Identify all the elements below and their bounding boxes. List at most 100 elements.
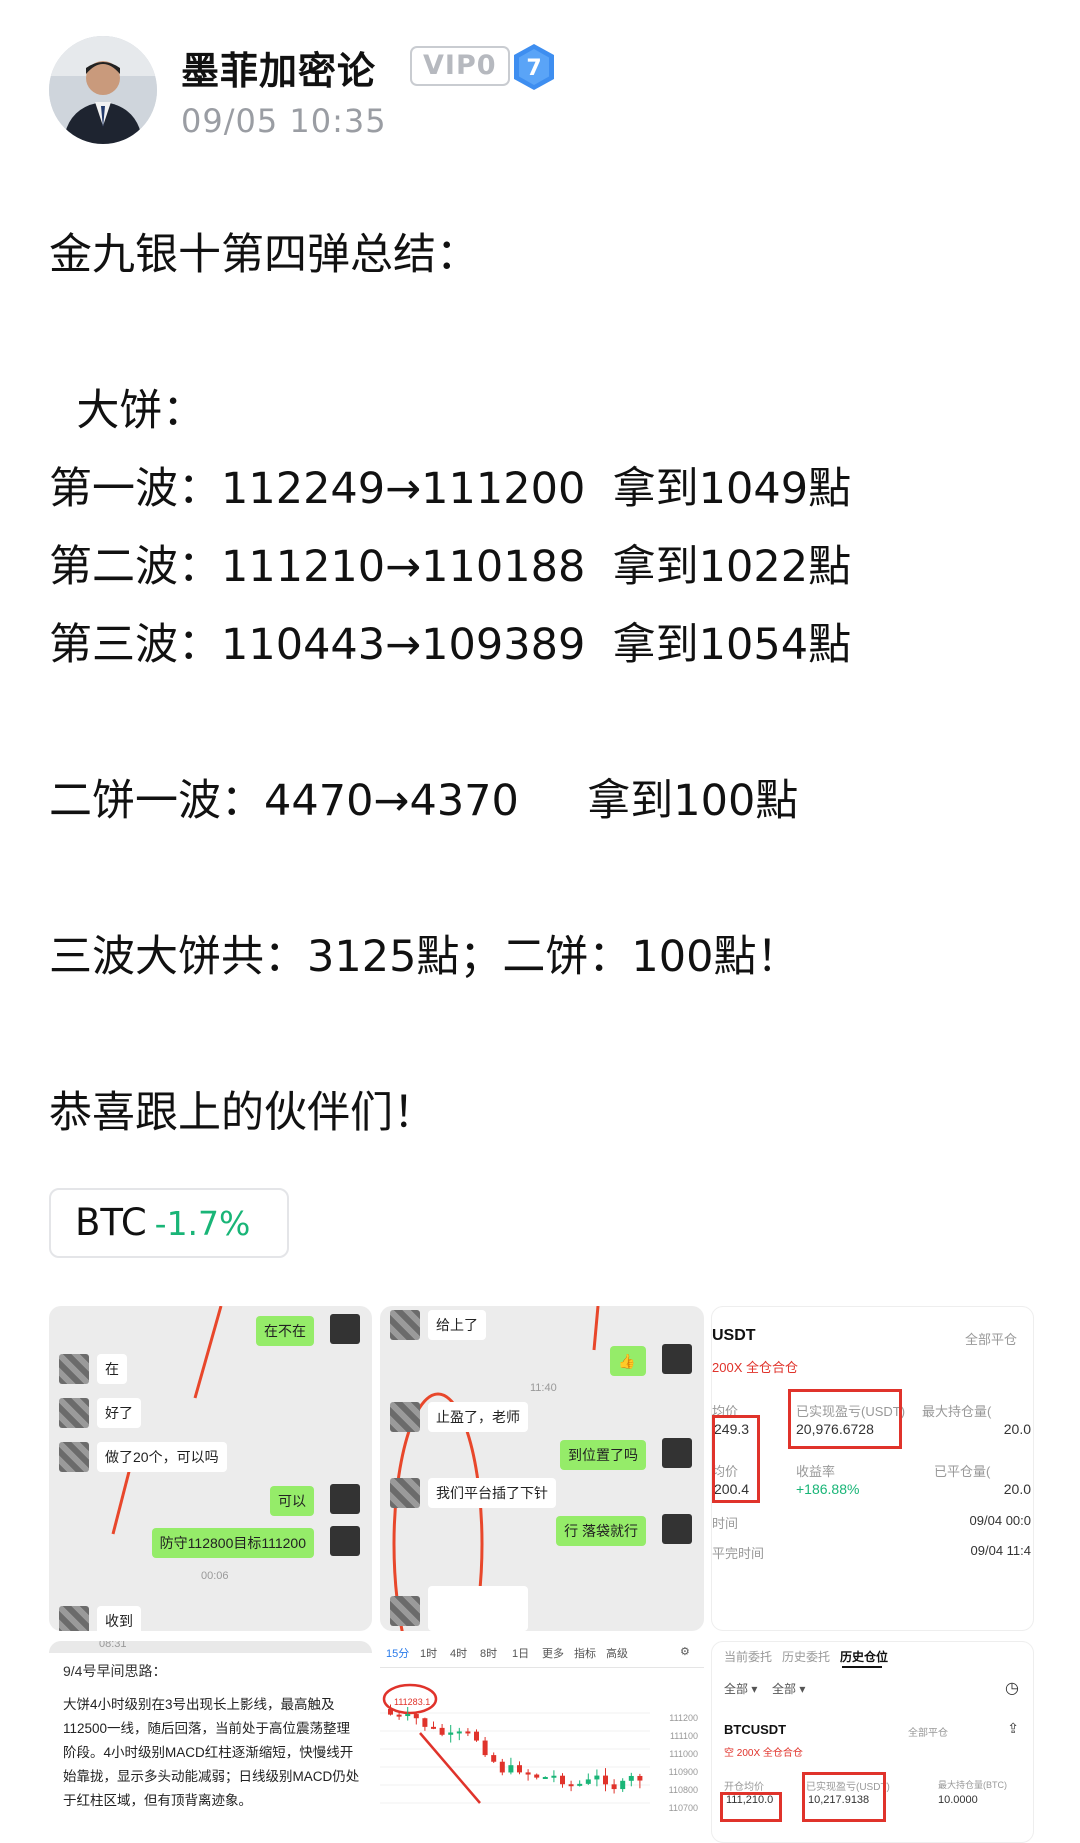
kline-tab[interactable]: 1时 — [420, 1645, 437, 1661]
chat-bubble-out: 防守112800目标111200 — [151, 1528, 314, 1558]
pos-roi-label: 收益率 — [796, 1464, 836, 1479]
pos2-filter[interactable]: 全部 ▾ — [772, 1680, 805, 1697]
chat-bubble-out: 在不在 — [256, 1316, 314, 1346]
candle-body — [508, 1765, 514, 1773]
candle-body — [448, 1732, 454, 1735]
chat-bubble-out: 可以 — [270, 1486, 314, 1516]
chat-bubble-out: 到位置了吗 — [560, 1440, 646, 1470]
image-thumbnail-position-1[interactable]: USDT 全部平仓 200X 全仓合仓 均价 249.3 已实现盈亏(USDT)… — [711, 1306, 1034, 1631]
candle-body — [542, 1777, 548, 1780]
chat-avatar-blurred — [59, 1606, 89, 1631]
image-thumbnail-note[interactable]: 08:31 9/4号早间思路： 大饼4小时级别在3号出现长上影线，最高触及112… — [49, 1641, 372, 1843]
candle-body — [499, 1761, 505, 1773]
share-icon[interactable]: ⇪ — [1007, 1720, 1019, 1737]
ticker-change: -1.7% — [154, 1204, 251, 1243]
kline-price-tick: 111100 — [669, 1731, 698, 1741]
kline-tab-active[interactable]: 15分 — [386, 1645, 409, 1661]
candle-body — [439, 1727, 445, 1735]
chat-avatar — [662, 1438, 692, 1468]
content-line — [49, 684, 1039, 762]
kline-tab[interactable]: 4时 — [450, 1645, 467, 1661]
chat-card-preview — [428, 1586, 528, 1631]
note-topbar — [49, 1641, 372, 1653]
image-thumbnail-chat-2[interactable]: 给上了 👍 11:40 止盈了，老师 到位置了吗 我们平台插了下针 行 落袋就行 — [380, 1306, 704, 1631]
kline-price-tick: 110900 — [668, 1767, 698, 1777]
kline-tabs: 15分 1时 4时 8时 1日 更多 指标 高级 ⚙ — [380, 1645, 704, 1669]
chat-bubble-in: 我们平台插了下针 — [428, 1478, 556, 1508]
chat-avatar-blurred — [390, 1402, 420, 1432]
pos-closed: 20.0 — [1003, 1481, 1031, 1497]
candle-body — [603, 1775, 608, 1785]
kline-tab[interactable]: 更多 — [542, 1645, 564, 1661]
candle-body — [405, 1714, 411, 1717]
chat-timestamp: 00:06 — [201, 1570, 229, 1582]
candle-body — [491, 1755, 497, 1762]
author-avatar[interactable] — [49, 36, 157, 144]
candle-body — [568, 1784, 574, 1787]
chat-avatar-blurred — [59, 1398, 89, 1428]
content-line: 第三波：110443→109389 拿到1054點 — [49, 620, 852, 670]
content-line: 二饼一波：4470→4370 拿到100點 — [49, 776, 799, 826]
post-timestamp: 09/05 10:35 — [181, 102, 387, 140]
chat-avatar — [662, 1514, 692, 1544]
candle-body — [422, 1718, 428, 1727]
kline-tab[interactable]: 指标 — [574, 1645, 596, 1661]
pos-tag: 200X 全仓合仓 — [712, 1360, 798, 1375]
image-thumbnail-position-2[interactable]: 当前委托 历史委托 历史仓位 全部 ▾ 全部 ▾ ◷ BTCUSDT 全部平仓 … — [711, 1641, 1034, 1843]
kline-settings-icon[interactable]: ⚙ — [680, 1645, 690, 1658]
pos-max-label: 最大持仓量( — [922, 1404, 992, 1419]
pos-close-time-label: 平完时间 — [712, 1546, 765, 1561]
pos2-pair: BTCUSDT — [724, 1722, 787, 1737]
candle-body — [431, 1726, 436, 1729]
pos2-close-all[interactable]: 全部平仓 — [908, 1724, 948, 1739]
pos-roi: +186.88% — [796, 1481, 860, 1497]
ticker-chip[interactable]: BTC -1.7% — [49, 1188, 289, 1258]
kline-price-tick: 110700 — [668, 1803, 698, 1813]
chat-bubble-in: 好了 — [97, 1398, 141, 1428]
image-thumbnail-chat-1[interactable]: 在不在 在 好了 做了20个，可以吗 可以 防守112800目标111200 0… — [49, 1306, 372, 1631]
kline-price-tick: 111000 — [669, 1749, 698, 1759]
content-line: 第二波：111210→110188 拿到1022點 — [49, 542, 852, 592]
level-badge-icon: 7 — [511, 42, 557, 92]
candle-body — [560, 1775, 565, 1785]
kline-price-tick: 111200 — [669, 1713, 698, 1723]
pos2-tab[interactable]: 当前委托 — [724, 1648, 772, 1665]
author-name[interactable]: 墨菲加密论 — [181, 40, 376, 95]
tab-underline — [842, 1666, 882, 1668]
chat-bubble-in: 收到 — [97, 1606, 141, 1631]
pos-close-all: 全部平仓 — [964, 1332, 1017, 1347]
candle-body — [388, 1709, 393, 1715]
candle-body — [525, 1772, 531, 1775]
pos-closed-label: 已平仓量( — [934, 1464, 991, 1479]
chat-avatar-blurred — [59, 1442, 89, 1472]
candle-body — [628, 1775, 634, 1781]
image-thumbnail-kline[interactable]: 15分 1时 4时 8时 1日 更多 指标 高级 ⚙ 111283.1 1112… — [380, 1641, 704, 1843]
chat-bubble-out: 行 落袋就行 — [556, 1516, 646, 1546]
clock-icon[interactable]: ◷ — [1005, 1678, 1019, 1698]
content-line: 恭喜跟上的伙伴们！ — [49, 1088, 436, 1138]
content-line — [49, 996, 1039, 1074]
kline-tab[interactable]: 高级 — [606, 1645, 628, 1661]
note-time: 08:31 — [99, 1641, 127, 1650]
content-line: 第一波：112249→111200 拿到1049點 — [49, 464, 852, 514]
chat-avatar — [330, 1484, 360, 1514]
chat-avatar-blurred — [390, 1596, 420, 1626]
pos2-filter[interactable]: 全部 ▾ — [724, 1680, 757, 1697]
candle-body — [620, 1780, 626, 1790]
kline-tab[interactable]: 8时 — [480, 1645, 497, 1661]
candle-body — [474, 1731, 479, 1741]
ticker-symbol: BTC — [75, 1201, 147, 1244]
kline-tab[interactable]: 1日 — [512, 1645, 529, 1661]
pos2-tag: 空 200X 全仓合仓 — [724, 1748, 803, 1759]
pos-pair: USDT — [712, 1327, 756, 1344]
pos2-tab[interactable]: 历史委托 — [782, 1648, 830, 1665]
highlight-box — [712, 1415, 760, 1503]
kline-chart — [380, 1683, 650, 1804]
chat-avatar-blurred — [390, 1478, 420, 1508]
candle-body — [465, 1731, 471, 1734]
highlight-box — [788, 1389, 902, 1449]
note-body: 大饼4小时级别在3号出现长上影线，最高触及112500一线，随后回落，当前处于高… — [63, 1697, 360, 1808]
chat-avatar — [662, 1344, 692, 1374]
pos2-tab-active[interactable]: 历史仓位 — [840, 1648, 888, 1665]
chat-timestamp: 11:40 — [530, 1382, 557, 1394]
